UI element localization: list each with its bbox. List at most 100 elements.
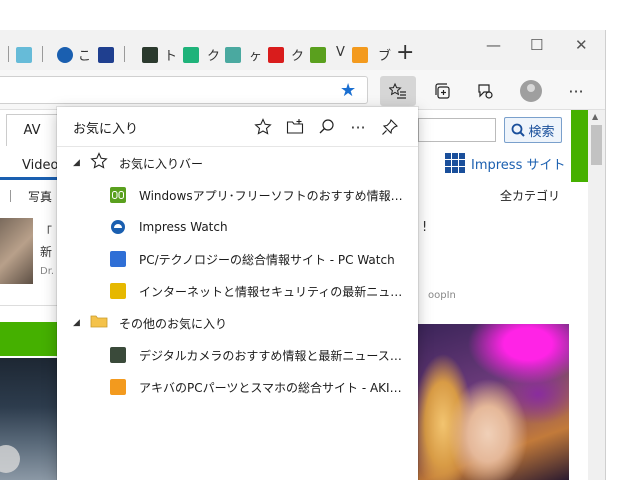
- akiba-icon: [110, 379, 126, 395]
- scrollbar-thumb[interactable]: [591, 125, 602, 165]
- tab-favicon[interactable]: [310, 47, 326, 63]
- folder-label: お気に入りバー: [119, 156, 204, 171]
- more-icon: ···: [350, 117, 366, 137]
- impress-site-label: Impress サイト: [471, 157, 566, 173]
- divider: [0, 305, 60, 306]
- favorite-item[interactable]: Impress Watch: [57, 211, 418, 243]
- extension-button[interactable]: [467, 76, 503, 106]
- scrollbar[interactable]: [588, 110, 605, 480]
- favorite-label: アキバのPCパーツとスマホの総合サイト - AKIBA PC Hot...: [139, 380, 405, 395]
- more-options-button[interactable]: ···: [347, 116, 369, 138]
- dc-watch-icon: [110, 347, 126, 363]
- internet-watch-icon: [110, 283, 126, 299]
- pin-panel-button[interactable]: [379, 116, 401, 138]
- impress-watch-icon: [110, 219, 126, 235]
- favorite-item[interactable]: インターネットと情報セキュリティの最新ニュース - INTER...: [57, 275, 418, 307]
- article-title-line: 新: [40, 245, 53, 259]
- site-search-button[interactable]: 検索: [504, 117, 562, 143]
- maximize-button[interactable]: ☐: [530, 36, 543, 54]
- tab-favicon[interactable]: [352, 47, 368, 63]
- collections-button[interactable]: [424, 76, 460, 106]
- folder-icon: [90, 313, 108, 333]
- search-icon: [319, 119, 334, 134]
- feedback-icon: [478, 84, 493, 99]
- favorite-item[interactable]: アキバのPCパーツとスマホの総合サイト - AKIBA PC Hot...: [57, 371, 418, 403]
- favorite-label: デジタルカメラのおすすめ情報と最新ニュース - デジカメ ...: [139, 348, 405, 363]
- expand-triangle-icon[interactable]: ◢: [73, 318, 80, 328]
- favorite-item[interactable]: Windowsアプリ･フリーソフトのおすすめ情報 - 窓の杜: [57, 179, 418, 211]
- article-card-left[interactable]: 「 新 Dr.: [40, 222, 54, 282]
- tab-favicon[interactable]: [16, 47, 32, 63]
- site-search-input[interactable]: [418, 118, 496, 142]
- article-title-right[interactable]: !: [422, 218, 427, 238]
- all-categories-link[interactable]: 全カテゴリ: [500, 187, 560, 204]
- star-outline-icon: [90, 152, 108, 174]
- add-star-icon: [254, 118, 272, 135]
- new-tab-button[interactable]: +: [396, 41, 414, 65]
- tab-title[interactable]: ク: [291, 45, 304, 64]
- nav-tab-video[interactable]: Video: [0, 150, 58, 180]
- favorite-star-icon[interactable]: ★: [340, 80, 356, 101]
- tab-title[interactable]: ト: [164, 45, 177, 64]
- tab-favicon[interactable]: [183, 47, 199, 63]
- add-favorite-button[interactable]: [252, 116, 274, 138]
- favorites-button[interactable]: [380, 76, 416, 106]
- favorites-header: お気に入り ···: [57, 107, 418, 147]
- search-favorites-button[interactable]: [316, 116, 338, 138]
- favorite-label: Windowsアプリ･フリーソフトのおすすめ情報 - 窓の杜: [139, 188, 405, 203]
- folder-label: その他のお気に入り: [119, 316, 228, 331]
- tab-separator: [8, 46, 9, 62]
- favorites-bar-folder[interactable]: ◢ お気に入りバー: [57, 147, 418, 179]
- favorites-title: お気に入り: [73, 122, 139, 137]
- tab-title[interactable]: V: [336, 45, 345, 60]
- favorite-label: インターネットと情報セキュリティの最新ニュース - INTER...: [139, 284, 405, 299]
- favorites-list-icon: [389, 82, 406, 99]
- tab-favicon[interactable]: [268, 47, 284, 63]
- pc-watch-icon: [110, 251, 126, 267]
- tab-favicon[interactable]: [142, 47, 158, 63]
- add-folder-icon: [286, 119, 304, 134]
- impress-site-link[interactable]: Impress サイト: [445, 153, 566, 173]
- pin-icon: [382, 119, 398, 135]
- section-band: [571, 110, 588, 182]
- grid-icon: [445, 153, 465, 173]
- more-icon: ···: [568, 81, 584, 101]
- article-title-line: 「: [40, 225, 53, 239]
- divider: [10, 190, 11, 202]
- tab-separator: [124, 46, 125, 62]
- tab-title[interactable]: ブ: [378, 45, 391, 64]
- featured-image[interactable]: [418, 324, 569, 480]
- scroll-up-icon[interactable]: ▲: [592, 112, 598, 121]
- tab-favicon[interactable]: [98, 47, 114, 63]
- favorite-label: PC/テクノロジーの総合情報サイト - PC Watch: [139, 252, 395, 267]
- tab-favicon[interactable]: [225, 47, 241, 63]
- favorites-panel: お気に入り ··· ◢ お気に入りバー Windowsアプリ･フリーソフトのおす…: [57, 107, 418, 480]
- other-favorites-folder[interactable]: ◢ その他のお気に入り: [57, 307, 418, 339]
- favorite-item[interactable]: デジタルカメラのおすすめ情報と最新ニュース - デジカメ ...: [57, 339, 418, 371]
- settings-more-button[interactable]: ···: [558, 76, 594, 106]
- article-thumbnail[interactable]: [0, 218, 33, 284]
- expand-triangle-icon[interactable]: ◢: [73, 158, 80, 168]
- article-source: Dr.: [40, 266, 55, 277]
- article-source-right: oopIn: [428, 290, 456, 301]
- favorite-label: Impress Watch: [139, 220, 228, 234]
- minimize-button[interactable]: —: [486, 36, 501, 54]
- add-folder-button[interactable]: [284, 116, 306, 138]
- search-button-label: 検索: [528, 124, 555, 140]
- nav-photo-link[interactable]: 写真: [28, 188, 52, 205]
- tab-separator: [42, 46, 43, 62]
- address-bar[interactable]: [0, 76, 368, 104]
- tab-title[interactable]: ク: [207, 45, 220, 64]
- close-button[interactable]: ✕: [575, 36, 588, 54]
- collections-icon: [435, 83, 450, 99]
- profile-avatar[interactable]: [520, 80, 542, 102]
- madonomori-icon: [110, 187, 126, 203]
- impress-watch-icon[interactable]: [57, 47, 73, 63]
- favorite-item[interactable]: PC/テクノロジーの総合情報サイト - PC Watch: [57, 243, 418, 275]
- tab-title[interactable]: こ: [78, 45, 91, 64]
- section-band: [0, 322, 58, 356]
- nav-tab-av[interactable]: AV: [6, 114, 58, 146]
- title-area: [0, 0, 640, 30]
- window-edge: [605, 30, 640, 480]
- tab-title[interactable]: ヶ: [249, 45, 262, 64]
